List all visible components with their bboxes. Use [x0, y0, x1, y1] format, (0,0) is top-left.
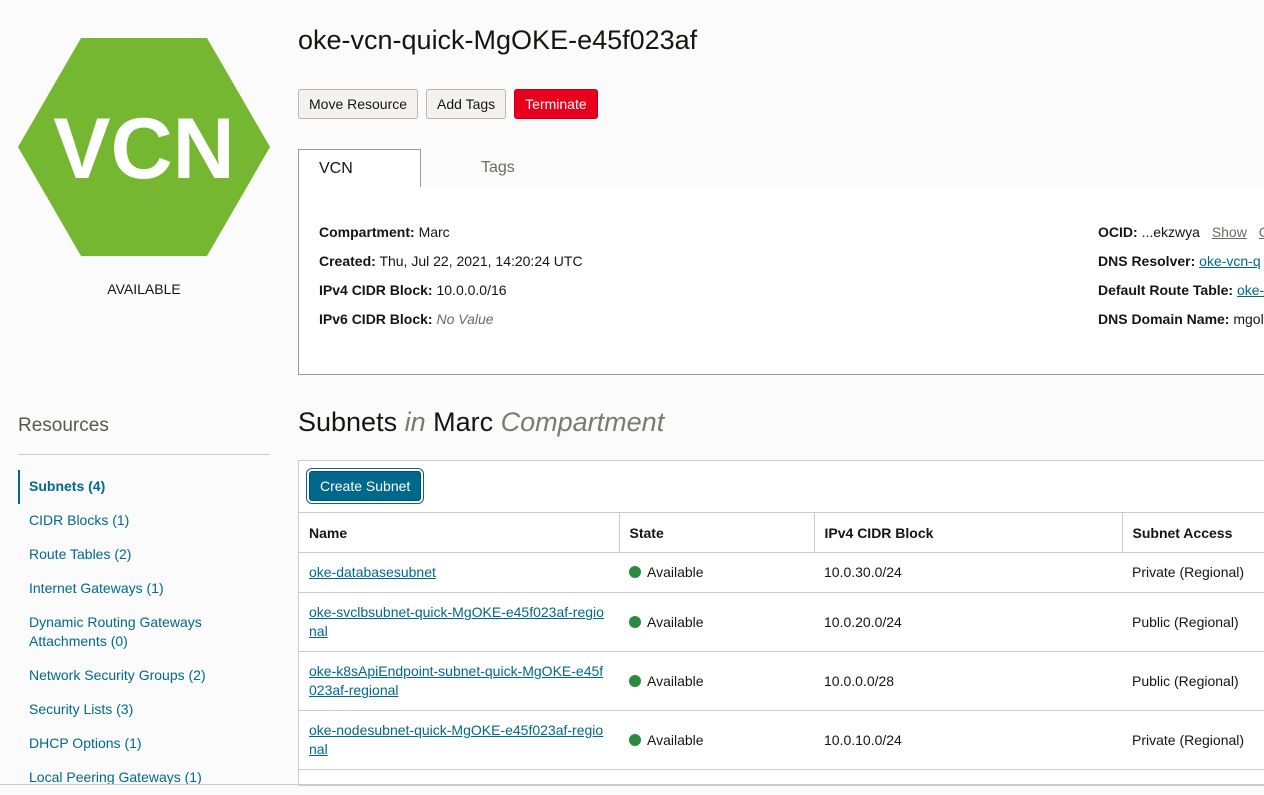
detail-tabs: VCN Information Tags [298, 149, 1264, 215]
table-row: oke-databasesubnet Available 10.0.30.0/2… [299, 552, 1264, 593]
status-available-icon [629, 733, 641, 746]
subnet-access: Public (Regional) [1122, 651, 1264, 711]
resources-divider [18, 454, 270, 455]
page-title: oke-vcn-quick-MgOKE-e45f023af [298, 25, 698, 55]
resource-item-drg-attachments[interactable]: Dynamic Routing Gateways Attachments (0) [18, 606, 270, 659]
tab-vcn-information[interactable]: VCN Information [298, 149, 421, 215]
resource-item-subnets[interactable]: Subnets (4) [18, 470, 270, 504]
resource-item-network-security-groups[interactable]: Network Security Groups (2) [18, 659, 270, 693]
subnet-name-link[interactable]: oke-databasesubnet [309, 564, 436, 580]
subnet-access: Private (Regional) [1122, 710, 1264, 770]
resource-item-route-tables[interactable]: Route Tables (2) [18, 538, 270, 572]
table-row: oke-nodesubnet-quick-MgOKE-e45f023af-reg… [299, 710, 1264, 770]
ocid-value: ...ekzwya [1141, 224, 1200, 240]
add-tags-button[interactable]: Add Tags [426, 89, 507, 119]
subnet-cidr: 10.0.20.0/24 [814, 592, 1122, 652]
resource-item-cidr-blocks[interactable]: CIDR Blocks (1) [18, 504, 270, 538]
dns-domain-field: DNS Domain Name: mgol [1098, 311, 1264, 327]
created-field: Created: Thu, Jul 22, 2021, 14:20:24 UTC [319, 253, 583, 269]
create-subnet-button[interactable]: Create Subnet [309, 471, 422, 501]
ocid-copy-link[interactable]: C [1259, 224, 1264, 240]
status-available-icon [629, 566, 641, 578]
resource-item-internet-gateways[interactable]: Internet Gateways (1) [18, 572, 270, 606]
col-header-name[interactable]: Name [299, 512, 620, 553]
dns-resolver-field: DNS Resolver: oke-vcn-q [1098, 253, 1261, 269]
subnet-cidr: 10.0.30.0/24 [814, 552, 1122, 593]
status-available-icon [629, 615, 641, 628]
resources-title: Resources [18, 415, 109, 436]
action-bar: Move Resource Add Tags Terminate [298, 89, 598, 119]
resource-item-local-peering-gateways[interactable]: Local Peering Gateways (1) [18, 761, 270, 795]
subnet-name-link[interactable]: oke-nodesubnet-quick-MgOKE-e45f023af-reg… [309, 722, 603, 757]
ipv4-cidr-field: IPv4 CIDR Block: 10.0.0.0/16 [319, 282, 507, 298]
vcn-info-panel: Compartment: Marc Created: Thu, Jul 22, … [298, 187, 1264, 375]
move-resource-button[interactable]: Move Resource [298, 89, 419, 119]
subnet-name-link[interactable]: oke-svclbsubnet-quick-MgOKE-e45f023af-re… [309, 604, 604, 639]
ocid-field: OCID: ...ekzwya Show C [1098, 224, 1264, 240]
tab-tags[interactable]: Tags [461, 149, 535, 187]
col-header-access[interactable]: Subnet Access [1122, 512, 1264, 553]
table-row: oke-svclbsubnet-quick-MgOKE-e45f023af-re… [299, 592, 1264, 652]
vcn-icon-label: VCN [53, 101, 235, 197]
subnet-cidr: 10.0.0.0/28 [814, 651, 1122, 711]
dns-resolver-link[interactable]: oke-vcn-q [1199, 253, 1260, 269]
page-bottom-divider [0, 784, 1264, 785]
compartment-field: Compartment: Marc [319, 224, 450, 240]
ipv6-cidr-value: No Value [436, 311, 494, 327]
col-header-cidr[interactable]: IPv4 CIDR Block [814, 512, 1123, 553]
lifecycle-status: AVAILABLE [107, 281, 181, 297]
resources-nav: Subnets (4) CIDR Blocks (1) Route Tables… [18, 470, 270, 795]
default-route-table-link[interactable]: oke- [1237, 282, 1264, 298]
col-header-state[interactable]: State [619, 512, 815, 553]
created-value: Thu, Jul 22, 2021, 14:20:24 UTC [379, 253, 583, 269]
subnet-cidr: 10.0.10.0/24 [814, 710, 1122, 770]
status-available-icon [629, 674, 641, 687]
ocid-show-link[interactable]: Show [1212, 224, 1247, 240]
subnet-name-link[interactable]: oke-k8sApiEndpoint-subnet-quick-MgOKE-e4… [309, 663, 603, 698]
subnets-table-panel: Create Subnet Name State IPv4 CIDR Block… [298, 460, 1264, 786]
ipv4-cidr-value: 10.0.0.0/16 [436, 282, 507, 298]
dns-domain-value: mgol [1233, 311, 1264, 327]
resource-item-dhcp-options[interactable]: DHCP Options (1) [18, 727, 270, 761]
vcn-hex-icon: VCN [18, 38, 270, 256]
table-row: oke-k8sApiEndpoint-subnet-quick-MgOKE-e4… [299, 651, 1264, 711]
subnet-access: Public (Regional) [1122, 592, 1264, 652]
subnets-table: Name State IPv4 CIDR Block Subnet Access… [299, 512, 1264, 770]
default-route-table-field: Default Route Table: oke- [1098, 282, 1264, 298]
compartment-value: Marc [418, 224, 450, 240]
subnet-access: Private (Regional) [1122, 552, 1264, 593]
terminate-button[interactable]: Terminate [514, 89, 598, 119]
resource-item-security-lists[interactable]: Security Lists (3) [18, 693, 270, 727]
subnets-heading: Subnets in Marc Compartment [298, 407, 665, 437]
ipv6-cidr-field: IPv6 CIDR Block: No Value [319, 311, 494, 327]
